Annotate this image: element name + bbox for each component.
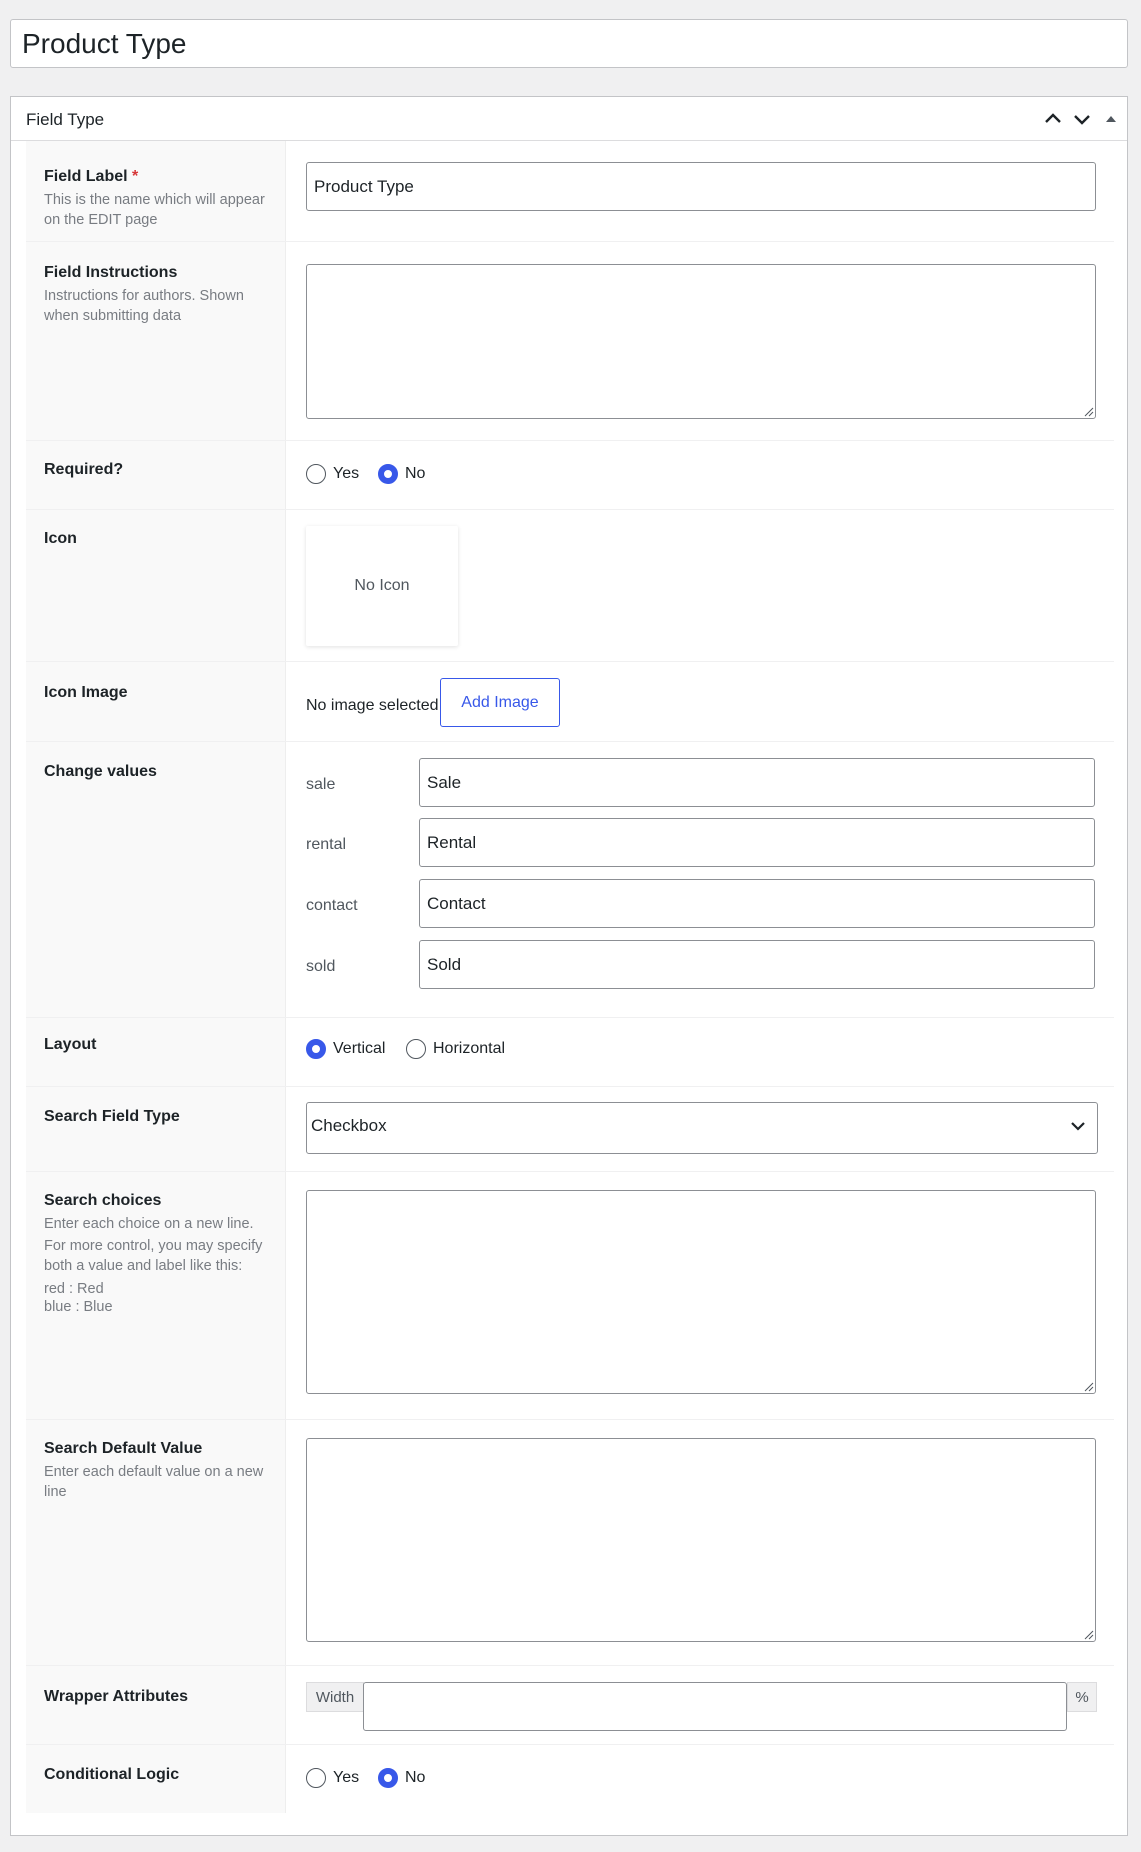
- chevron-down-icon: [1071, 1122, 1085, 1131]
- conditional-logic-no-radio[interactable]: No: [378, 1768, 425, 1788]
- row-search-choices: Search choices Enter each choice on a ne…: [26, 1172, 1114, 1420]
- row-conditional-logic: Conditional Logic Yes No: [26, 1745, 1114, 1813]
- search-choices-label: Search choices: [44, 1192, 162, 1209]
- required-asterisk: *: [132, 168, 139, 185]
- search-choices-description-2: For more control, you may specify both a…: [44, 1238, 263, 1274]
- no-image-status: No image selected: [306, 697, 439, 714]
- move-up-icon[interactable]: [1041, 107, 1065, 131]
- search-default-value-textarea[interactable]: [306, 1438, 1096, 1642]
- row-required: Required? Yes No: [26, 441, 1114, 510]
- search-field-type-label: Search Field Type: [44, 1108, 180, 1125]
- icon-image-label: Icon Image: [44, 684, 128, 701]
- icon-picker[interactable]: No Icon: [306, 526, 458, 646]
- field-label-input[interactable]: [306, 162, 1096, 211]
- change-value-sold-input[interactable]: [419, 940, 1095, 989]
- post-title-text: Product Type: [22, 28, 187, 59]
- row-change-values: Change values sale rental contact sold: [26, 742, 1114, 1018]
- change-values-label: Change values: [44, 763, 157, 780]
- field-label-description: This is the name which will appear on th…: [44, 192, 265, 228]
- panel-title: Field Type: [26, 110, 105, 129]
- search-default-value-label: Search Default Value: [44, 1440, 203, 1457]
- search-field-type-value: Checkbox: [311, 1116, 387, 1135]
- field-instructions-label: Field Instructions: [44, 264, 178, 281]
- row-field-label: Field Label * This is the name which wil…: [26, 141, 1114, 242]
- required-label: Required?: [44, 461, 124, 478]
- add-image-button[interactable]: Add Image: [440, 678, 560, 727]
- width-prepend-label: Width: [306, 1682, 364, 1712]
- move-down-icon[interactable]: [1070, 107, 1094, 131]
- row-wrapper-attributes: Wrapper Attributes Width %: [26, 1666, 1114, 1745]
- field-settings-panel: Field Type Field Label * This is the nam…: [10, 96, 1128, 1836]
- no-icon-text: No Icon: [354, 577, 410, 594]
- row-icon: Icon No Icon: [26, 510, 1114, 662]
- row-field-instructions: Field Instructions Instructions for auth…: [26, 242, 1114, 441]
- field-instructions-textarea[interactable]: [306, 264, 1096, 419]
- change-key-rental: rental: [306, 836, 347, 853]
- search-choices-example-2: blue : Blue: [44, 1299, 113, 1315]
- change-value-rental-input[interactable]: [419, 818, 1095, 867]
- search-choices-example-1: red : Red: [44, 1281, 104, 1297]
- layout-label: Layout: [44, 1036, 97, 1053]
- change-value-sale-input[interactable]: [419, 758, 1095, 807]
- change-key-contact: contact: [306, 897, 358, 914]
- row-search-field-type: Search Field Type Checkbox: [26, 1087, 1114, 1172]
- row-search-default-value: Search Default Value Enter each default …: [26, 1420, 1114, 1666]
- row-layout: Layout Vertical Horizontal: [26, 1018, 1114, 1087]
- search-choices-textarea[interactable]: [306, 1190, 1096, 1394]
- required-yes-radio[interactable]: Yes: [306, 464, 359, 484]
- layout-vertical-radio[interactable]: Vertical: [306, 1039, 385, 1059]
- change-value-contact-input[interactable]: [419, 879, 1095, 928]
- field-label-label: Field Label *: [44, 168, 139, 185]
- collapse-toggle-icon[interactable]: [1099, 107, 1123, 131]
- panel-header: Field Type: [11, 97, 1127, 141]
- change-key-sale: sale: [306, 776, 336, 793]
- required-no-radio[interactable]: No: [378, 464, 425, 484]
- search-default-value-description: Enter each default value on a new line: [44, 1464, 264, 1500]
- row-icon-image: Icon Image No image selected Add Image: [26, 662, 1114, 742]
- layout-horizontal-radio[interactable]: Horizontal: [406, 1039, 505, 1059]
- field-settings-table: Field Label * This is the name which wil…: [26, 141, 1114, 1813]
- field-instructions-description: Instructions for authors. Shown when sub…: [44, 288, 244, 324]
- percent-append-label: %: [1067, 1682, 1097, 1712]
- wrapper-attributes-label: Wrapper Attributes: [44, 1688, 189, 1705]
- conditional-logic-label: Conditional Logic: [44, 1766, 180, 1783]
- search-field-type-select[interactable]: Checkbox: [306, 1102, 1098, 1154]
- conditional-logic-yes-radio[interactable]: Yes: [306, 1768, 359, 1788]
- wrapper-width-input[interactable]: [363, 1682, 1067, 1731]
- change-key-sold: sold: [306, 958, 336, 975]
- search-choices-description-1: Enter each choice on a new line.: [44, 1216, 254, 1232]
- post-title-input[interactable]: Product Type: [10, 19, 1128, 68]
- icon-label: Icon: [44, 530, 77, 547]
